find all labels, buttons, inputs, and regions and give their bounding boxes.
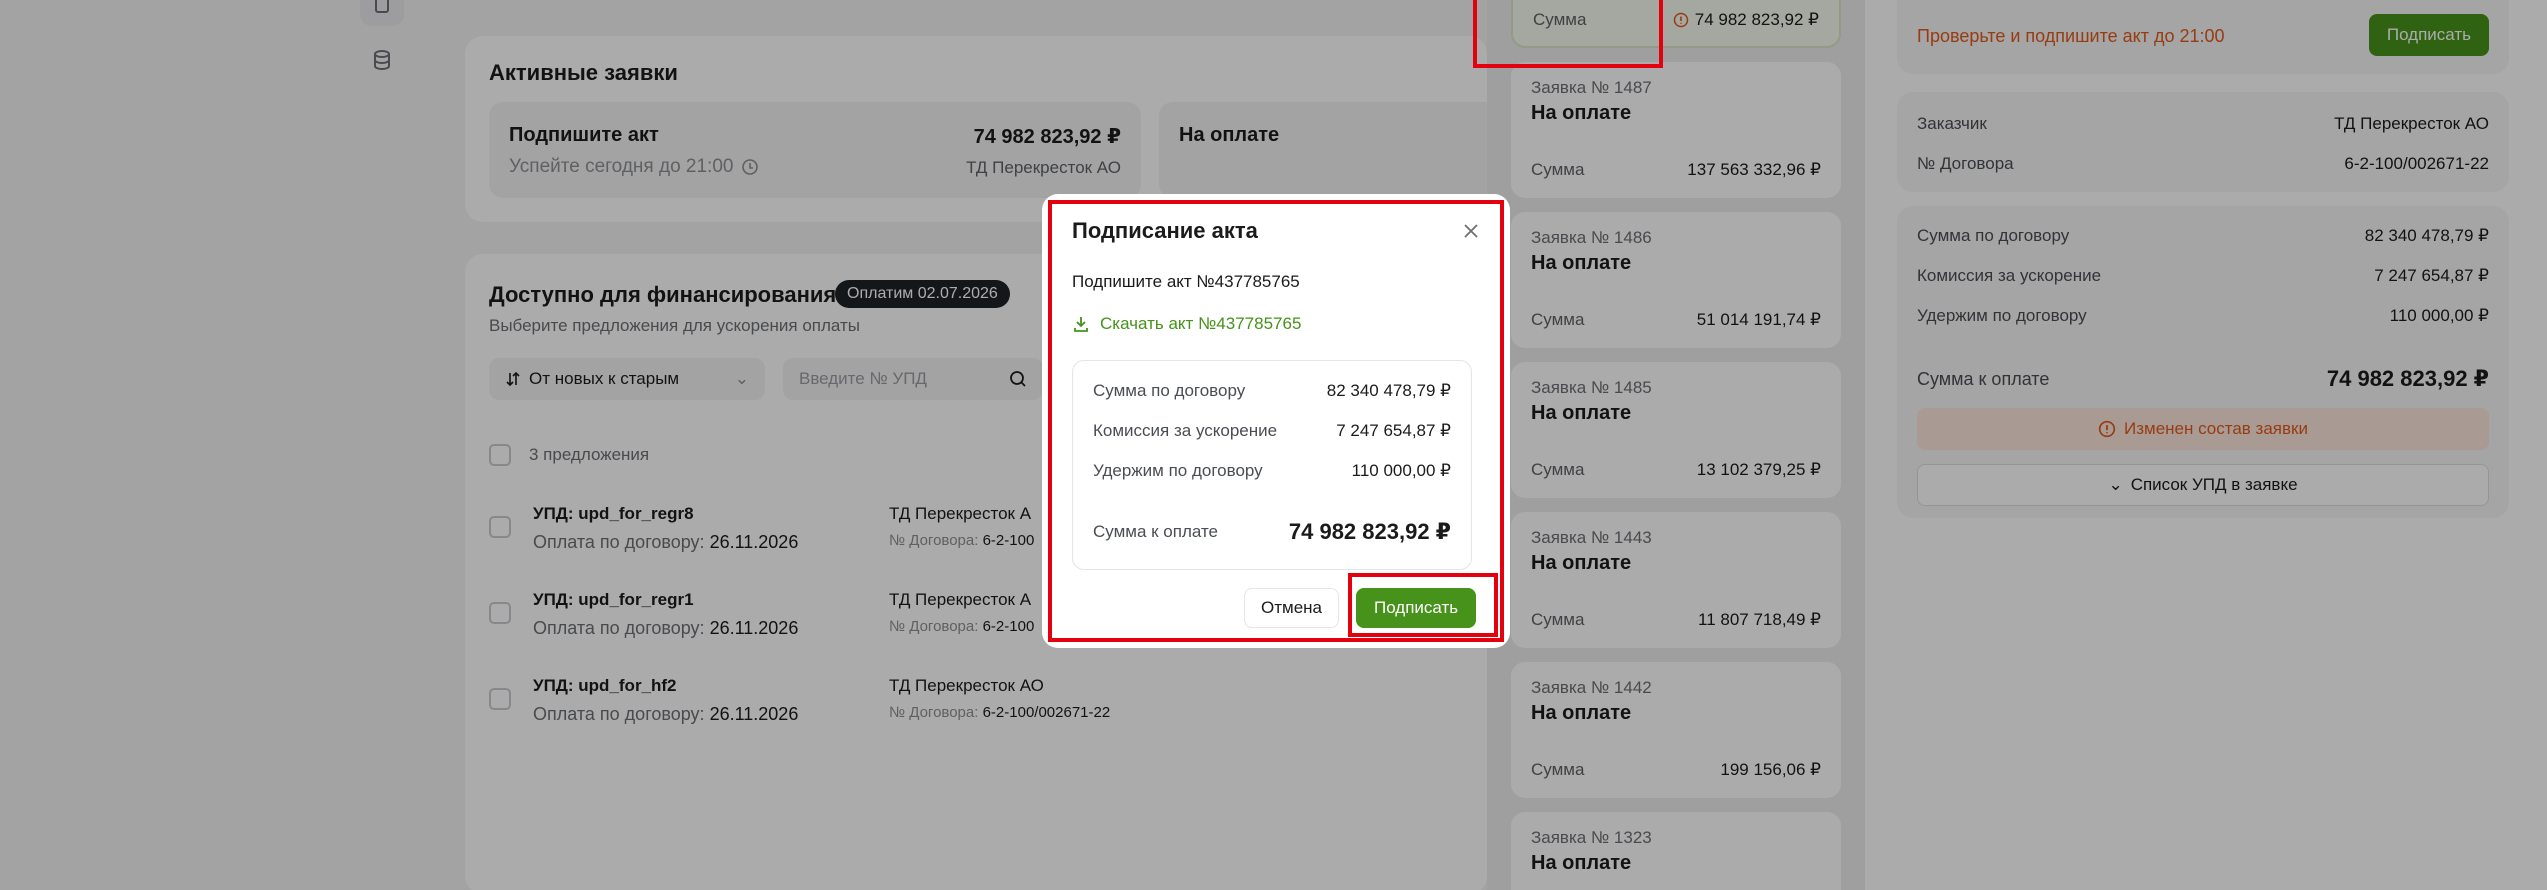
highlight-submit-button <box>1348 573 1498 637</box>
highlight-sign-button <box>1473 0 1663 68</box>
